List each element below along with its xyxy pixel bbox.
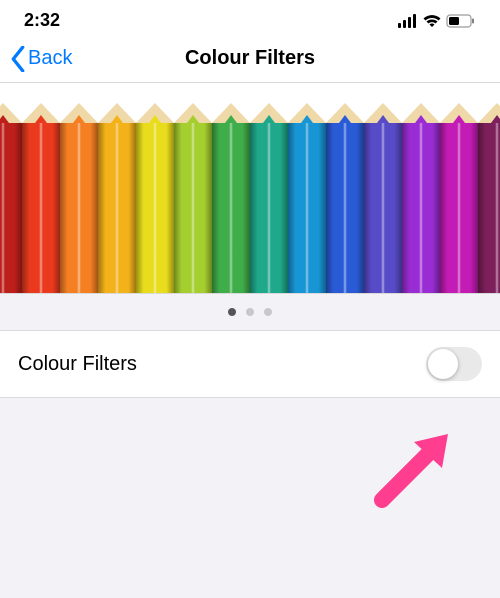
battery-icon	[446, 14, 476, 28]
back-button[interactable]: Back	[0, 46, 72, 72]
clock: 2:32	[24, 10, 60, 31]
pencil	[288, 103, 326, 293]
nav-bar: Back Colour Filters	[0, 35, 500, 83]
status-icons	[398, 14, 476, 28]
pencil	[98, 103, 136, 293]
pencils-preview[interactable]	[0, 83, 500, 293]
pencil	[250, 103, 288, 293]
page-dot[interactable]	[228, 308, 236, 316]
back-label: Back	[28, 47, 72, 70]
pencil	[440, 103, 478, 293]
colour-filters-row: Colour Filters	[0, 331, 500, 398]
page-dot[interactable]	[246, 308, 254, 316]
pencil	[326, 103, 364, 293]
annotation-arrow-icon	[370, 428, 460, 508]
page-indicator[interactable]	[0, 293, 500, 331]
signal-icon	[398, 14, 418, 28]
page-title: Colour Filters	[0, 47, 500, 70]
page-dot[interactable]	[264, 308, 272, 316]
pencil	[212, 103, 250, 293]
toggle-knob	[428, 349, 458, 379]
pencil	[22, 103, 60, 293]
pencil	[364, 103, 402, 293]
pencil	[174, 103, 212, 293]
pencil	[136, 103, 174, 293]
footer-area	[0, 398, 500, 598]
status-bar: 2:32	[0, 0, 500, 35]
row-label: Colour Filters	[18, 353, 137, 376]
pencil	[0, 103, 22, 293]
pencil	[478, 103, 500, 293]
colour-filters-toggle[interactable]	[426, 347, 482, 381]
pencil	[60, 103, 98, 293]
pencil	[402, 103, 440, 293]
wifi-icon	[422, 14, 442, 28]
chevron-left-icon	[10, 46, 26, 72]
